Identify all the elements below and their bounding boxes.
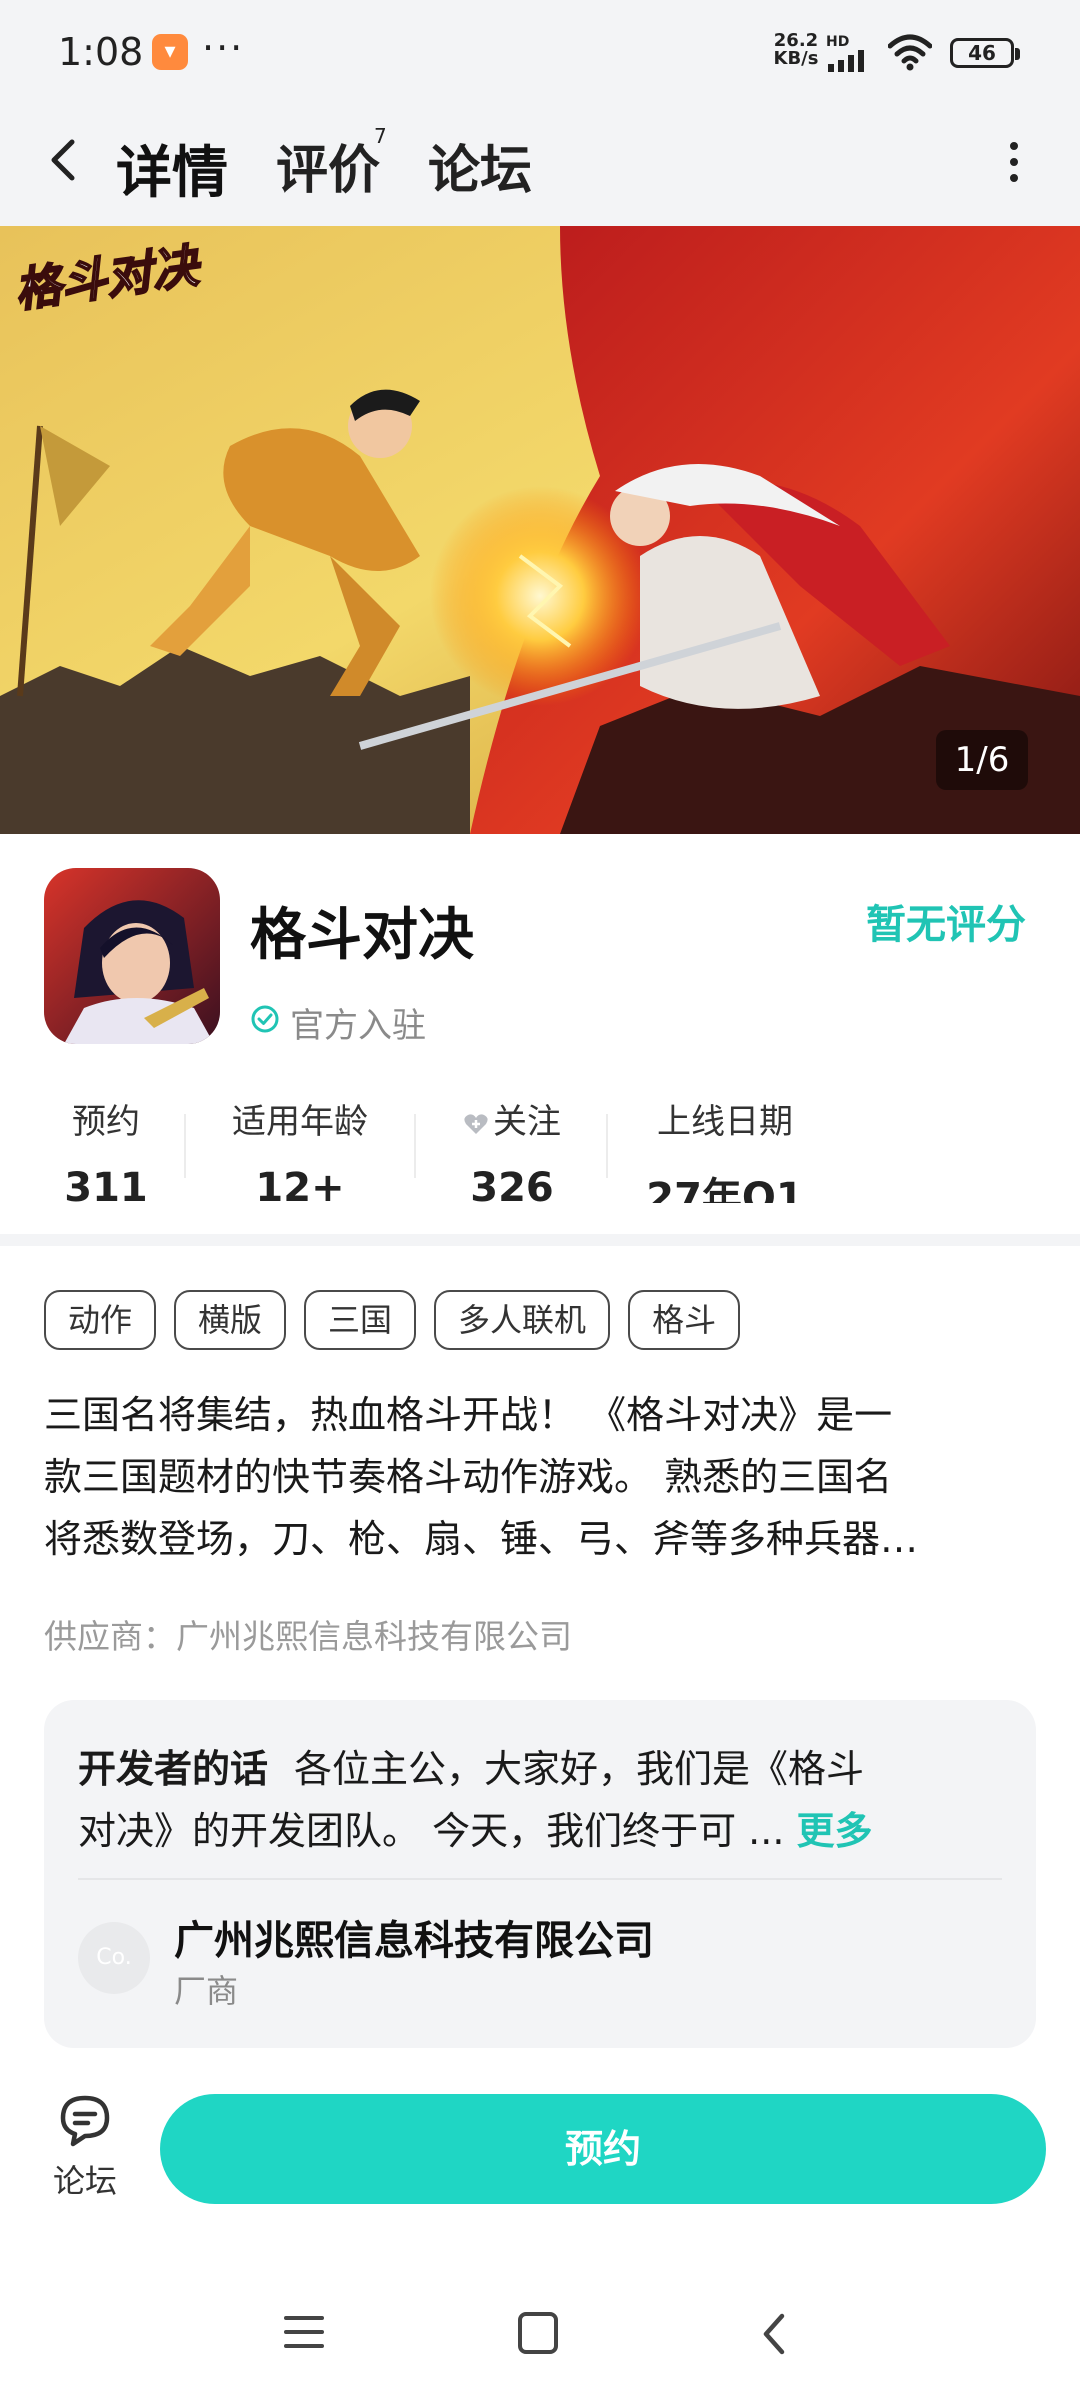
verified-check-icon [251,1005,279,1033]
recent-apps-icon[interactable] [284,2316,324,2356]
verified-label: 官方入驻 [290,1006,426,1046]
stat-age-rating: 适用年龄 12+ [220,1094,380,1203]
stat-label: 适用年龄 [232,1102,368,1142]
developer-message[interactable]: 开发者的话 各位主公，大家好，我们是《格斗 对决》的开发团队。 今天，我们终于可 … [78,1738,978,1862]
stat-value: 27年Q1 [646,1175,804,1203]
tag-list: 动作 横版 三国 多人联机 格斗 [44,1290,741,1352]
developer-message-text: 各位主公，大家好，我们是《格斗 [294,1747,865,1791]
stat-label: 上线日期 [657,1102,793,1142]
app-icon [44,868,220,1044]
stat-label: 预约 [72,1102,140,1142]
reserve-button[interactable]: 预约 [160,2094,1046,2204]
stat-divider [414,1114,416,1178]
stat-release-date: 上线日期 27年Q1 [640,1094,810,1203]
rating-status: 暂无评分 [866,902,1026,948]
review-count-badge: 7 [374,124,387,148]
tag-item[interactable]: 动作 [44,1290,157,1350]
stat-followers[interactable]: 关注 326 [442,1094,582,1203]
carousel-counter: 1/6 [936,730,1028,790]
notification-more-icon: ··· [202,26,245,70]
system-nav-bar [0,2280,1080,2400]
battery-level: 46 [968,41,996,65]
forum-chat-icon [60,2095,110,2147]
more-link[interactable]: 更多 [797,1809,873,1853]
stat-divider [606,1114,608,1178]
app-title: 格斗对决 [250,903,474,968]
status-bar: 1:08 ▾ ··· 26.2 KB/s HD 46 [0,0,1080,110]
game-description[interactable]: 三国名将集结，热血格斗开战！ 《格斗对决》是一 款三国题材的快节奏格斗动作游戏。… [44,1384,1040,1570]
home-icon[interactable] [518,2312,558,2354]
status-time: 1:08 [58,30,144,74]
developer-message-text: 对决》的开发团队。 今天，我们终于可 ... [78,1809,785,1853]
description-line: 三国名将集结，热血格斗开战！ 《格斗对决》是一 [44,1393,893,1437]
stat-reservations: 预约 311 [46,1094,166,1203]
wifi-icon [888,34,932,71]
tab-review[interactable]: 评价 [276,128,380,203]
tag-item[interactable]: 格斗 [628,1290,741,1350]
screenshot-carousel[interactable]: 格斗对决 1/6 [0,226,1080,834]
stat-value: 326 [470,1165,554,1203]
system-back-icon[interactable] [756,2310,792,2358]
description-line: 将悉数登场，刀、枪、扇、锤、弓、斧等多种兵器… [44,1517,919,1561]
top-nav-bar: 详情 评价 7 论坛 [0,110,1080,226]
heart-plus-icon [464,1113,488,1134]
developer-card: 开发者的话 各位主公，大家好，我们是《格斗 对决》的开发团队。 今天，我们终于可 … [44,1700,1036,2048]
stat-label: 关注 [493,1102,561,1142]
network-speed: 26.2 KB/s [770,32,822,68]
tab-forum[interactable]: 论坛 [428,128,532,203]
banner-artwork [0,226,1080,834]
tag-item[interactable]: 横版 [174,1290,287,1350]
hd-label: HD [826,34,850,50]
notification-app-icon: ▾ [152,34,188,70]
network-speed-unit: KB/s [773,48,819,69]
more-vertical-icon[interactable] [1000,136,1028,186]
battery-icon: 46 [950,38,1020,68]
signal-icon [828,50,864,72]
tag-item[interactable]: 三国 [304,1290,417,1350]
forum-button[interactable]: 论坛 [40,2092,130,2212]
tag-item[interactable]: 多人联机 [434,1290,611,1350]
stat-value: 12+ [255,1165,345,1203]
developer-name[interactable]: 广州兆熙信息科技有限公司 [174,1908,654,1966]
supplier-info: 供应商：广州兆熙信息科技有限公司 [44,1617,572,1656]
stat-value: 311 [64,1165,148,1203]
developer-role: 厂商 [174,1972,239,2010]
developer-avatar[interactable]: Co. [78,1922,150,1994]
stat-divider [184,1114,186,1178]
section-divider [0,1234,1080,1246]
card-divider [78,1878,1002,1880]
description-line: 款三国题材的快节奏格斗动作游戏。 熟悉的三国名 [44,1455,893,1499]
forum-label: 论坛 [52,2162,117,2200]
developer-message-heading: 开发者的话 [78,1747,269,1791]
back-arrow-icon[interactable] [44,134,84,186]
tab-detail[interactable]: 详情 [116,128,228,209]
